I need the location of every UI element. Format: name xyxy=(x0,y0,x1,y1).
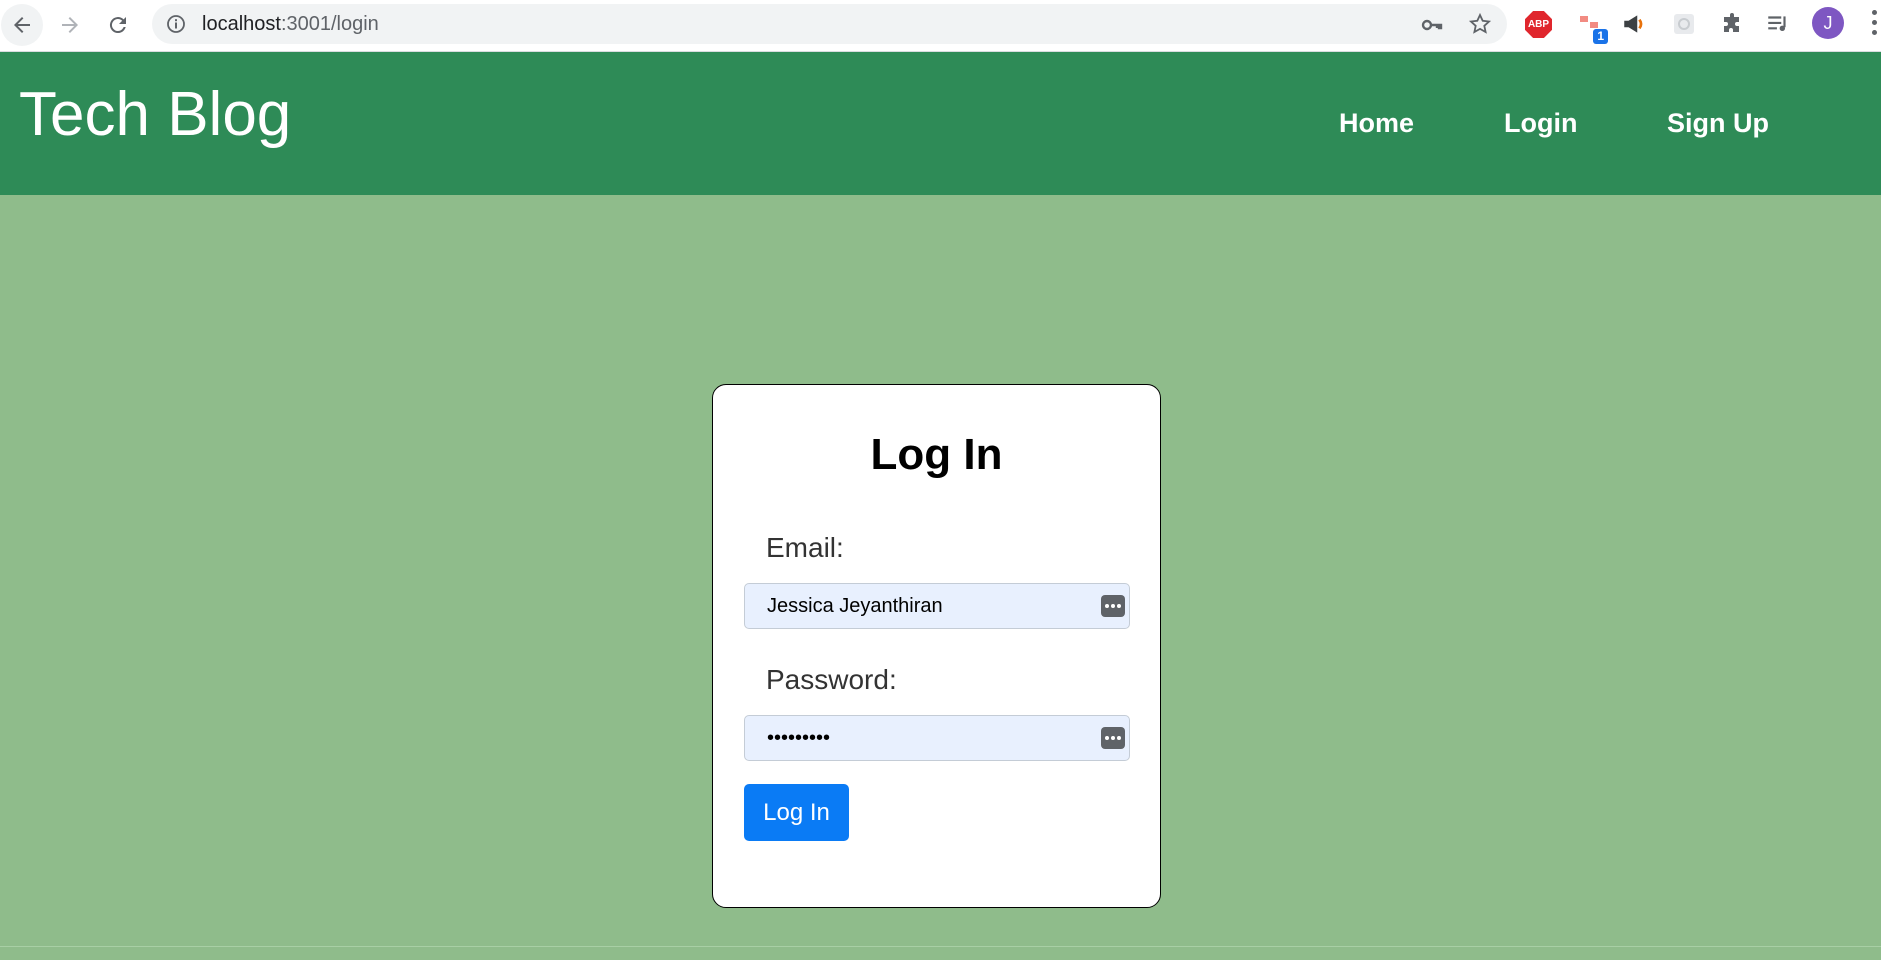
site-title: Tech Blog xyxy=(19,80,292,149)
star-icon[interactable] xyxy=(1468,12,1492,36)
login-form: Log In Email: Password: Log In xyxy=(712,384,1161,908)
nav-home-link[interactable]: Home xyxy=(1339,110,1414,137)
login-title: Log In xyxy=(870,430,1003,479)
forward-button[interactable] xyxy=(49,4,91,46)
browser-toolbar: localhost:3001/login ABP 1 J xyxy=(0,0,1881,52)
profile-initial: J xyxy=(1823,12,1833,33)
password-field[interactable] xyxy=(744,715,1130,761)
puzzle-icon xyxy=(1724,13,1739,32)
site-header: Tech Blog Home Login Sign Up xyxy=(0,52,1881,195)
media-control-button[interactable] xyxy=(1764,10,1792,38)
url-host: localhost xyxy=(202,13,281,35)
password-label: Password: xyxy=(766,664,897,695)
browser-menu-icon[interactable] xyxy=(1872,10,1878,38)
url-text[interactable]: localhost:3001/login xyxy=(202,13,379,36)
arrow-left-icon xyxy=(14,17,30,33)
autofill-key-icon[interactable] xyxy=(1101,595,1125,617)
footer-divider xyxy=(0,946,1881,947)
adblock-label: ABP xyxy=(1527,19,1550,30)
reload-button[interactable] xyxy=(97,4,139,46)
profile-avatar[interactable]: J xyxy=(1812,7,1844,39)
nav-login-link[interactable]: Login xyxy=(1504,110,1577,137)
extension-badge: 1 xyxy=(1593,29,1608,44)
nav-signup-link[interactable]: Sign Up xyxy=(1667,110,1769,137)
playlist-icon xyxy=(1768,16,1786,32)
megaphone-extension-icon[interactable] xyxy=(1620,10,1648,38)
disabled-extension-icon[interactable] xyxy=(1670,10,1698,38)
arrow-right-icon xyxy=(62,17,78,33)
email-label: Email: xyxy=(766,532,844,563)
extensions-menu-button[interactable] xyxy=(1718,10,1746,38)
reload-icon xyxy=(109,17,126,34)
gear-icon xyxy=(1674,14,1694,34)
url-path: :3001/login xyxy=(280,13,379,35)
autofill-key-icon[interactable] xyxy=(1101,727,1125,749)
tab-extension-icon[interactable]: 1 xyxy=(1576,10,1608,44)
login-submit-button[interactable]: Log In xyxy=(744,784,849,841)
adblock-extension-icon[interactable]: ABP xyxy=(1525,11,1552,38)
back-button[interactable] xyxy=(1,4,43,46)
address-bar[interactable]: localhost:3001/login xyxy=(152,4,1507,44)
info-icon[interactable] xyxy=(166,14,186,34)
email-field[interactable] xyxy=(744,583,1130,629)
megaphone-icon xyxy=(1624,15,1643,33)
key-icon[interactable] xyxy=(1420,13,1444,37)
